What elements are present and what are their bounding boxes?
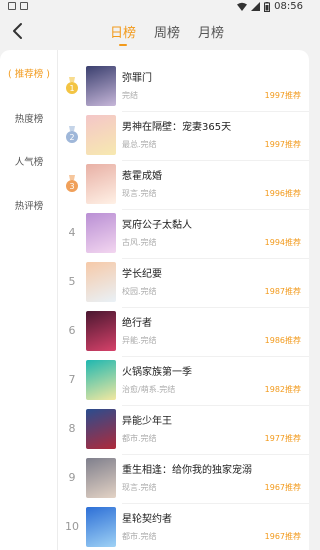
book-cover-image[interactable] <box>86 311 116 351</box>
sidebar-item-recommended[interactable]: ( 推荐榜 ) <box>0 66 58 80</box>
list-item[interactable]: 3 惹霍成婚现言.完结 1996推荐 <box>58 161 309 210</box>
list-item[interactable]: 6 绝行者异能.完结 1986推荐 <box>58 308 309 357</box>
sidebar-item-comments[interactable]: 热评榜 <box>0 198 58 212</box>
book-title[interactable]: 学长纪要 <box>122 265 162 280</box>
notification-icon <box>8 2 16 10</box>
header: 日榜 周榜 月榜 <box>0 16 309 48</box>
book-cover-image[interactable] <box>86 164 116 204</box>
book-title[interactable]: 异能少年王 <box>122 412 172 427</box>
recommend-count: 1982推荐 <box>264 385 301 394</box>
recommend-count: 1986推荐 <box>264 336 301 345</box>
book-list: 1 弥罪门完结 1997推荐 2 男神在隔壁：宠妻365天最总.完结 1997推荐 3 惹霍成… <box>58 50 309 550</box>
back-arrow-icon[interactable] <box>8 21 28 41</box>
notification-icon <box>20 2 28 10</box>
status-bar: 08:56 <box>0 0 309 16</box>
book-title[interactable]: 星轮契约者 <box>122 510 172 525</box>
list-item[interactable]: 5 学长纪要校园.完结 1987推荐 <box>58 259 309 308</box>
clock-time: 08:56 <box>274 1 303 12</box>
list-item[interactable]: 2 男神在隔壁：宠妻365天最总.完结 1997推荐 <box>58 112 309 161</box>
list-item[interactable]: 7 火锅家族第一季治愈/萌系.完结 1982推荐 <box>58 357 309 406</box>
book-title[interactable]: 男神在隔壁：宠妻365天 <box>122 118 231 133</box>
recommend-count: 1977推荐 <box>264 434 301 443</box>
rank-number: 10 <box>65 520 79 533</box>
recommend-count: 1967推荐 <box>264 532 301 541</box>
book-cover-image[interactable] <box>86 458 116 498</box>
book-genre-status: 现言.完结 <box>122 189 157 198</box>
book-genre-status: 最总.完结 <box>122 140 157 149</box>
rank-number: 4 <box>68 226 76 239</box>
book-cover-image[interactable] <box>86 213 116 253</box>
rank-medal-icon: 3 <box>66 175 78 192</box>
book-genre-status: 现言.完结 <box>122 483 157 492</box>
rank-number: 6 <box>68 324 76 337</box>
book-cover-image[interactable] <box>86 409 116 449</box>
list-item[interactable]: 4 冥府公子太黏人古风.完结 1994推荐 <box>58 210 309 259</box>
book-title[interactable]: 绝行者 <box>122 314 152 329</box>
sidebar-item-popularity-heat[interactable]: 热度榜 <box>0 111 58 125</box>
rank-number: 5 <box>68 275 76 288</box>
rank-number: 2 <box>69 133 74 142</box>
book-genre-status: 都市.完结 <box>122 434 157 443</box>
rank-number: 9 <box>68 471 76 484</box>
list-item[interactable]: 9 重生相逢：给你我的独家宠溺现言.完结 1967推荐 <box>58 455 309 504</box>
book-genre-status: 治愈/萌系.完结 <box>122 385 176 394</box>
ranking-panel: ( 推荐榜 ) 热度榜 人气榜 热评榜 1 弥罪门完结 1997推荐 2 男神在隔壁：宠… <box>0 50 309 550</box>
tab-monthly[interactable]: 月榜 <box>198 22 224 44</box>
list-item[interactable]: 1 弥罪门完结 1997推荐 <box>58 63 309 112</box>
book-cover-image[interactable] <box>86 115 116 155</box>
book-genre-status: 完结 <box>122 91 138 100</box>
book-genre-status: 异能.完结 <box>122 336 157 345</box>
rank-number: 1 <box>69 84 74 93</box>
book-title[interactable]: 弥罪门 <box>122 69 152 84</box>
ranking-sidebar: ( 推荐榜 ) 热度榜 人气榜 热评榜 <box>0 50 58 550</box>
book-genre-status: 都市.完结 <box>122 532 157 541</box>
rank-number: 8 <box>68 422 76 435</box>
wifi-icon <box>237 2 248 11</box>
recommend-count: 1967推荐 <box>264 483 301 492</box>
book-cover-image[interactable] <box>86 262 116 302</box>
signal-icon <box>251 2 261 11</box>
rank-medal-icon: 2 <box>66 126 78 143</box>
book-cover-image[interactable] <box>86 66 116 106</box>
rank-number: 7 <box>68 373 76 386</box>
rank-medal-icon: 1 <box>66 77 78 94</box>
book-genre-status: 校园.完结 <box>122 287 157 296</box>
book-title[interactable]: 重生相逢：给你我的独家宠溺 <box>122 461 252 476</box>
list-item[interactable]: 8 异能少年王都市.完结 1977推荐 <box>58 406 309 455</box>
recommend-count: 1997推荐 <box>264 140 301 149</box>
recommend-count: 1996推荐 <box>264 189 301 198</box>
battery-icon <box>264 1 271 12</box>
book-genre-status: 古风.完结 <box>122 238 157 247</box>
tab-daily[interactable]: 日榜 <box>110 22 136 44</box>
tab-weekly[interactable]: 周榜 <box>154 22 180 44</box>
book-cover-image[interactable] <box>86 507 116 547</box>
recommend-count: 1994推荐 <box>264 238 301 247</box>
recommend-count: 1997推荐 <box>264 91 301 100</box>
period-tabs: 日榜 周榜 月榜 <box>110 22 224 44</box>
book-cover-image[interactable] <box>86 360 116 400</box>
book-title[interactable]: 惹霍成婚 <box>122 167 162 182</box>
sidebar-item-popularity[interactable]: 人气榜 <box>0 154 58 168</box>
rank-number: 3 <box>69 182 74 191</box>
book-title[interactable]: 冥府公子太黏人 <box>122 216 192 231</box>
list-item[interactable]: 10 星轮契约者都市.完结 1967推荐 <box>58 504 309 550</box>
recommend-count: 1987推荐 <box>264 287 301 296</box>
book-title[interactable]: 火锅家族第一季 <box>122 363 192 378</box>
